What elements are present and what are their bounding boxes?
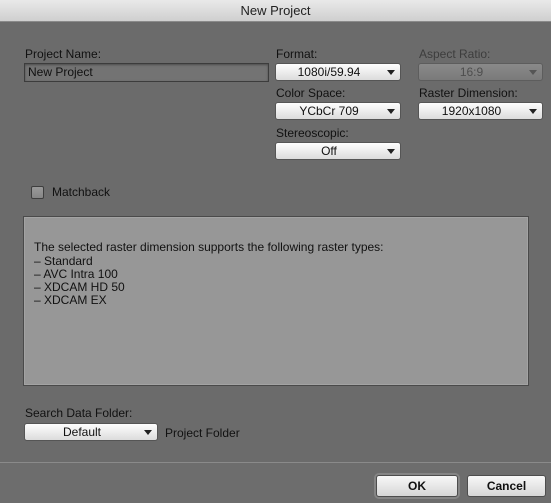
- aspect-ratio-popup: 16:9: [418, 63, 543, 81]
- raster-info-heading: The selected raster dimension supports t…: [34, 240, 384, 254]
- list-item: – XDCAM EX: [34, 293, 107, 307]
- search-data-folder-value: Default: [62, 425, 102, 439]
- format-label: Format:: [276, 47, 318, 61]
- matchback-label: Matchback: [52, 185, 111, 199]
- ok-button[interactable]: OK: [376, 475, 458, 497]
- stereoscopic-label: Stereoscopic:: [276, 126, 349, 140]
- project-name-field[interactable]: New Project: [24, 63, 269, 82]
- color-space-label: Color Space:: [276, 86, 346, 100]
- stereoscopic-value: Off: [321, 144, 337, 158]
- format-popup[interactable]: 1080i/59.94: [275, 63, 401, 81]
- chevron-down-icon: [144, 430, 152, 435]
- chevron-down-icon: [387, 149, 395, 154]
- aspect-ratio-value: 16:9: [459, 65, 484, 79]
- color-space-popup[interactable]: YCbCr 709: [275, 102, 401, 120]
- color-space-value: YCbCr 709: [299, 104, 359, 118]
- new-project-dialog: New Project Project Name: New Project Fo…: [0, 0, 551, 503]
- window-title: New Project: [0, 0, 551, 22]
- stereoscopic-popup[interactable]: Off: [275, 142, 401, 160]
- aspect-ratio-label: Aspect Ratio:: [419, 47, 491, 61]
- search-data-folder-popup[interactable]: Default: [24, 423, 158, 441]
- chevron-down-icon: [387, 70, 395, 75]
- cancel-button[interactable]: Cancel: [467, 475, 546, 497]
- raster-type-list: – Standard – AVC Intra 100 – XDCAM HD 50…: [34, 255, 125, 307]
- chevron-down-icon: [529, 109, 537, 114]
- raster-dimension-value: 1920x1080: [441, 104, 502, 118]
- dialog-panel: Project Name: New Project Format: 1080i/…: [0, 22, 551, 463]
- raster-dimension-popup[interactable]: 1920x1080: [418, 102, 543, 120]
- search-data-folder-label: Search Data Folder:: [25, 406, 133, 420]
- project-name-label: Project Name:: [25, 47, 102, 61]
- matchback-checkbox[interactable]: [31, 186, 44, 199]
- chevron-down-icon: [387, 109, 395, 114]
- raster-info-box: The selected raster dimension supports t…: [23, 216, 529, 386]
- chevron-down-icon: [529, 70, 537, 75]
- raster-dimension-label: Raster Dimension:: [419, 86, 518, 100]
- button-bar: OK Cancel: [0, 463, 551, 503]
- project-folder-note: Project Folder: [165, 426, 240, 440]
- format-value: 1080i/59.94: [297, 65, 361, 79]
